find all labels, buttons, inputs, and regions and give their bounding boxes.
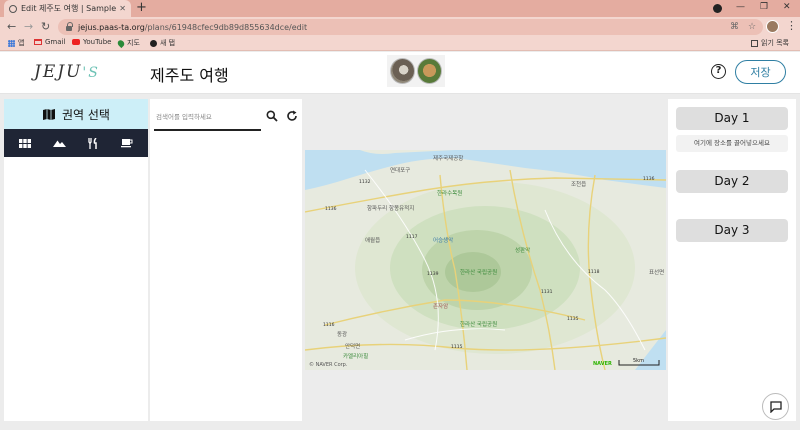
search-panel — [150, 99, 302, 421]
svg-text:1135: 1135 — [567, 316, 579, 322]
chat-icon — [769, 400, 782, 413]
minimize-icon[interactable]: — — [736, 2, 745, 12]
svg-text:1115: 1115 — [451, 344, 463, 350]
map-attribution: © NAVER Corp. — [309, 361, 348, 368]
svg-text:애월읍: 애월읍 — [365, 236, 380, 244]
url-field[interactable]: jejus.paas-ta.org/plans/61948cfec9db89d8… — [58, 19, 763, 35]
search-icon[interactable] — [266, 110, 278, 122]
naver-logo: NAVER — [593, 361, 612, 367]
grid-icon[interactable] — [14, 134, 36, 152]
svg-text:1116: 1116 — [323, 322, 335, 328]
refresh-icon[interactable] — [286, 110, 298, 122]
map-canvas[interactable]: 제주국제공항 연대포구 한라수목원 항파두리 항몽유적지 애월읍 어승생악 조천… — [305, 150, 666, 370]
mountain-icon[interactable] — [48, 134, 70, 152]
drop-zone-hint[interactable]: 여기에 장소를 끌어넣으세요 — [676, 135, 788, 152]
app-header: JEJU'S 제주도 여행 ? 저장 — [0, 52, 800, 94]
new-tab-button[interactable]: + — [136, 1, 147, 15]
svg-text:항파두리 항몽유적지: 항파두리 항몽유적지 — [367, 204, 414, 212]
url-host: jejus.paas-ta.org — [78, 22, 145, 32]
bookmark-gmail[interactable]: Gmail — [34, 38, 65, 46]
window-close-icon[interactable]: ✕ — [783, 2, 791, 12]
search-input[interactable] — [154, 105, 261, 131]
maps-pin-icon — [116, 38, 126, 48]
category-bar — [4, 129, 148, 157]
bookmark-star-icon[interactable]: ☆ — [748, 19, 756, 35]
svg-text:카멜리아힐: 카멜리아힐 — [343, 352, 368, 360]
svg-text:제주국제공항: 제주국제공항 — [433, 154, 463, 162]
apps-grid-icon — [8, 39, 15, 47]
svg-text:안덕면: 안덕면 — [345, 342, 360, 350]
globe-icon — [9, 4, 17, 13]
logo[interactable]: JEJU'S — [34, 62, 100, 82]
svg-text:연대포구: 연대포구 — [390, 166, 410, 174]
svg-text:한라산 국립공원: 한라산 국립공원 — [460, 320, 497, 328]
collaborator-avatars — [387, 55, 445, 87]
reading-list-icon — [751, 39, 758, 47]
maximize-icon[interactable]: ❐ — [760, 2, 768, 12]
day-3-button[interactable]: Day 3 — [676, 219, 788, 242]
record-icon[interactable] — [713, 4, 722, 13]
reload-icon[interactable]: ↻ — [41, 20, 50, 34]
jeju-map[interactable]: 제주국제공항 연대포구 한라수목원 항파두리 항몽유적지 애월읍 어승생악 조천… — [305, 150, 666, 370]
lock-icon — [66, 21, 73, 31]
close-tab-icon[interactable]: ✕ — [119, 4, 126, 13]
chat-button[interactable] — [762, 393, 789, 420]
profile-avatar[interactable] — [766, 20, 779, 33]
svg-text:동광: 동광 — [337, 331, 347, 338]
avatar[interactable] — [417, 58, 442, 84]
svg-text:1136: 1136 — [325, 206, 337, 212]
svg-text:한라수목원: 한라수목원 — [437, 189, 462, 197]
svg-text:1139: 1139 — [427, 271, 439, 277]
reading-list[interactable]: 읽기 목록 — [751, 38, 789, 48]
youtube-icon — [72, 39, 80, 45]
address-bar: ← → ↻ jejus.paas-ta.org/plans/61948cfec9… — [0, 17, 800, 37]
avatar[interactable] — [390, 58, 415, 84]
browser-tab-strip: Edit 제주도 여행 | Sample ✕ + — ❐ ✕ — [0, 0, 800, 17]
page-title: 제주도 여행 — [150, 66, 229, 85]
svg-text:1131: 1131 — [541, 289, 553, 295]
translate-icon[interactable]: ⌘ — [730, 19, 739, 35]
gmail-icon — [34, 39, 42, 45]
svg-text:존자암: 존자암 — [433, 302, 448, 310]
region-select-header[interactable]: 권역 선택 — [4, 99, 148, 129]
svg-text:1117: 1117 — [406, 234, 418, 240]
svg-text:5km: 5km — [633, 358, 644, 364]
bookmarks-bar: 앱 Gmail YouTube 지도 새 탭 읽기 목록 — [0, 37, 800, 51]
utensils-icon[interactable] — [82, 134, 104, 152]
bookmark-youtube[interactable]: YouTube — [72, 38, 111, 46]
svg-text:조천읍: 조천읍 — [571, 180, 586, 188]
svg-text:1118: 1118 — [588, 269, 600, 275]
save-button[interactable]: 저장 — [735, 60, 786, 84]
region-panel: 권역 선택 — [4, 99, 148, 421]
day-2-button[interactable]: Day 2 — [676, 170, 788, 193]
svg-text:1136: 1136 — [643, 176, 655, 182]
day-1-button[interactable]: Day 1 — [676, 107, 788, 130]
new-tab-icon — [150, 39, 157, 47]
svg-text:어승생악: 어승생악 — [433, 236, 453, 244]
tab-title: Edit 제주도 여행 | Sample — [21, 4, 117, 13]
map-icon — [43, 108, 55, 120]
svg-text:한라산 국립공원: 한라산 국립공원 — [460, 268, 497, 276]
more-menu-icon[interactable]: ⋮ — [786, 19, 797, 32]
bookmark-new-tab[interactable]: 새 탭 — [150, 38, 175, 48]
region-title: 권역 선택 — [62, 107, 110, 122]
bookmark-maps[interactable]: 지도 — [116, 38, 140, 48]
help-circle-icon[interactable]: ? — [711, 64, 726, 79]
svg-text:1132: 1132 — [359, 179, 371, 185]
bookmark-apps[interactable]: 앱 — [8, 38, 24, 48]
coffee-icon[interactable] — [116, 134, 138, 152]
svg-text:성판악: 성판악 — [515, 246, 530, 254]
browser-tab[interactable]: Edit 제주도 여행 | Sample ✕ — [4, 0, 131, 17]
url-path: /plans/61948cfec9db89d855634dce/edit — [144, 22, 308, 32]
forward-arrow-icon[interactable]: → — [24, 20, 33, 34]
back-arrow-icon[interactable]: ← — [7, 20, 16, 34]
svg-text:표선면: 표선면 — [649, 268, 664, 276]
day-panel: Day 1 여기에 장소를 끌어넣으세요 Day 2 Day 3 — [668, 99, 796, 421]
